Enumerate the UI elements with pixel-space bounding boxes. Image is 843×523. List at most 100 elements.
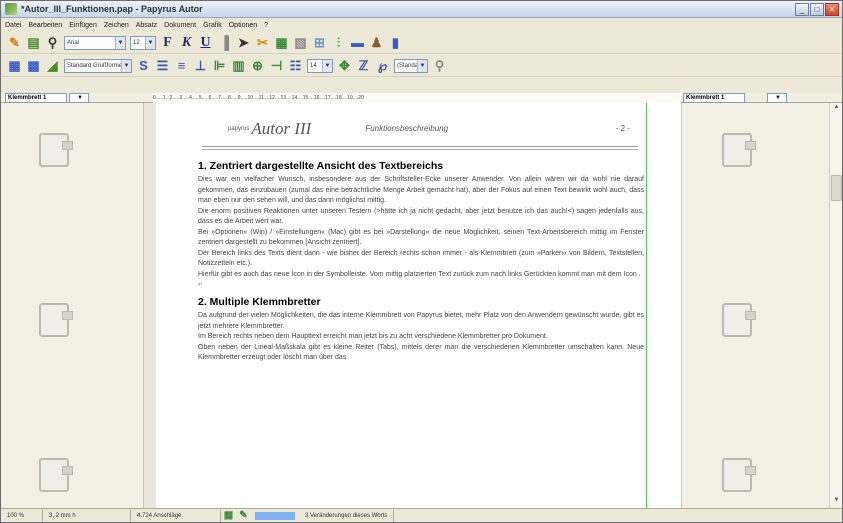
minimize-button[interactable]: _ bbox=[795, 3, 809, 16]
bold-button[interactable]: F bbox=[160, 35, 175, 50]
clipboard-note-icon[interactable] bbox=[722, 458, 756, 492]
right-clipboard-dropdown[interactable]: ▼ bbox=[767, 93, 787, 103]
scissors-icon[interactable]: ✂ bbox=[255, 35, 270, 50]
numbered-list-icon[interactable]: ≡ bbox=[174, 58, 189, 73]
ruler[interactable]: 0.....1...2.....3.....4.....5.....6.....… bbox=[153, 93, 681, 103]
open-folder-icon[interactable]: ▤ bbox=[26, 35, 41, 50]
scroll-thumb[interactable] bbox=[831, 175, 842, 201]
paragraph[interactable]: Im Bereich rechts neben dem Haupttext er… bbox=[198, 332, 644, 343]
left-clipboard-panel[interactable] bbox=[1, 103, 144, 508]
font-size-select[interactable]: 12 ▼ bbox=[130, 35, 156, 50]
menu-datei[interactable]: Datei bbox=[5, 22, 21, 29]
paragraph[interactable]: Der Bereich links des Texts dient dann -… bbox=[198, 249, 644, 270]
left-clipboard-select[interactable]: Klemmbrett 1 bbox=[5, 93, 67, 103]
section-heading[interactable]: 2. Multiple Klemmbretter bbox=[198, 296, 646, 308]
clipboard-note-icon[interactable] bbox=[722, 133, 756, 167]
underline-button[interactable]: U bbox=[198, 35, 213, 50]
menu-absatz[interactable]: Absatz bbox=[136, 22, 157, 29]
color-select[interactable]: (Standard) ▼ bbox=[394, 58, 428, 73]
pen-icon[interactable]: ✎ bbox=[236, 508, 251, 523]
app-icon bbox=[5, 3, 17, 15]
toolbar-formatting: ✎ ▤ ⚲ Arial ▼ 12 ▼ F K U ▐ ➤ ✂ ▦ ▧ ⊞ ⫶ ▬ ♟… bbox=[1, 32, 842, 54]
paragraph[interactable]: Hierfür gibt es auch das neue Icon in de… bbox=[198, 270, 644, 281]
left-clipboard-dropdown[interactable]: ▼ bbox=[69, 93, 89, 103]
italic-button[interactable]: K bbox=[179, 35, 194, 50]
font-value: Arial bbox=[67, 39, 80, 46]
cursor-position: 3, 2 mm h bbox=[43, 509, 131, 522]
size-select[interactable]: 14 ▼ bbox=[307, 58, 333, 73]
zoom-level[interactable]: 100 % bbox=[1, 509, 43, 522]
clipboard-note-icon[interactable] bbox=[722, 303, 756, 337]
paragraph[interactable]: Dies war ein vielfacher Wunsch, insbeson… bbox=[198, 175, 644, 207]
image-icon[interactable]: ▬ bbox=[350, 35, 365, 50]
clipboard-note-icon[interactable] bbox=[39, 133, 73, 167]
menu-zeichen[interactable]: Zeichen bbox=[104, 22, 129, 29]
right-clipboard-panel[interactable] bbox=[681, 103, 829, 508]
check-icon[interactable]: ▦ bbox=[221, 508, 236, 523]
header-divider bbox=[202, 149, 638, 150]
paragraph[interactable]: Oben neben der Lineal-Maßskala gibt es k… bbox=[198, 343, 644, 364]
menu-dokument[interactable]: Dokument bbox=[164, 22, 196, 29]
ruler-bar: Klemmbrett 1 ▼ 0.....1...2.....3.....4..… bbox=[1, 93, 842, 103]
save-all-icon[interactable]: ▩ bbox=[26, 58, 41, 73]
binoculars-icon[interactable]: ⚲ bbox=[45, 35, 60, 50]
pencil-icon[interactable]: ✎ bbox=[7, 35, 22, 50]
paste-icon[interactable]: ▧ bbox=[293, 35, 308, 50]
ruler-scale: 0.....1...2.....3.....4.....5.....6.....… bbox=[153, 95, 364, 101]
align-center-icon[interactable]: ▥ bbox=[231, 58, 246, 73]
header-title: Funktionsbeschreibung bbox=[365, 124, 449, 133]
menu-optionen[interactable]: Optionen bbox=[229, 22, 257, 29]
clipboard-note-icon[interactable] bbox=[39, 458, 73, 492]
table-icon[interactable]: ⊞ bbox=[312, 35, 327, 50]
right-margin-line bbox=[646, 103, 647, 508]
document-content[interactable]: 1. Zentriert dargestellte Ansicht des Te… bbox=[194, 160, 646, 364]
maximize-button[interactable]: □ bbox=[810, 3, 824, 16]
paragraph-mark-icon: ↵ bbox=[198, 282, 204, 288]
copy-icon[interactable]: ▦ bbox=[274, 35, 289, 50]
tab-icon[interactable]: ℤ bbox=[356, 58, 371, 73]
menu-bearbeiten[interactable]: Bearbeiten bbox=[28, 22, 62, 29]
cursor-icon[interactable]: ➤ bbox=[236, 35, 251, 50]
menu-einfuegen[interactable]: Einfügen bbox=[69, 22, 97, 29]
book-icon[interactable]: ▮ bbox=[388, 35, 403, 50]
spacing-icon[interactable]: ✥ bbox=[337, 58, 352, 73]
scroll-down-icon[interactable]: ▼ bbox=[831, 497, 842, 507]
info-icon[interactable]: ⫶ bbox=[331, 35, 346, 50]
font-size-value: 12 bbox=[133, 39, 140, 46]
people-icon[interactable]: ♟ bbox=[369, 35, 384, 50]
style-icon[interactable]: ◢ bbox=[45, 58, 60, 73]
paragraph[interactable]: Da aufgrund der vielen Möglichkeiten, di… bbox=[198, 311, 644, 332]
font-select[interactable]: Arial ▼ bbox=[64, 35, 126, 50]
strikethrough-button[interactable]: S bbox=[136, 58, 151, 73]
vertical-scrollbar[interactable]: ▲ ▼ bbox=[829, 103, 842, 508]
clipboard-note-icon[interactable] bbox=[39, 303, 73, 337]
paragraph-style-value: Standard Grußformel bbox=[67, 62, 124, 69]
character-count: 4.724 Anschläge bbox=[131, 509, 221, 522]
right-clipboard-select[interactable]: Klemmbrett 1 bbox=[683, 93, 745, 103]
document-page[interactable]: papyrus Autor III Funktionsbeschreibung … bbox=[194, 111, 646, 364]
toolbar-paragraph: ▦ ▩ ◢ Standard Grußformel ▼ S ☰ ≡ ⊥ ⊫ ▥ ⊕… bbox=[1, 55, 842, 77]
scroll-up-icon[interactable]: ▲ bbox=[831, 104, 842, 114]
magnifier-icon[interactable]: ⚲ bbox=[432, 58, 447, 73]
document-area[interactable]: papyrus Autor III Funktionsbeschreibung … bbox=[144, 103, 681, 508]
close-button[interactable]: ✕ bbox=[825, 3, 839, 16]
justify-icon[interactable]: ⊣ bbox=[269, 58, 284, 73]
align-left-icon[interactable]: ⊫ bbox=[212, 58, 227, 73]
line-spacing-icon[interactable]: ☷ bbox=[288, 58, 303, 73]
save-icon[interactable]: ▦ bbox=[7, 58, 22, 73]
app-window: *Autor_III_Funktionen.pap - Papyrus Auto… bbox=[0, 0, 843, 523]
section-heading[interactable]: 1. Zentriert dargestellte Ansicht des Te… bbox=[198, 160, 646, 172]
empty-paragraph[interactable]: ↵ bbox=[198, 280, 644, 290]
indent-icon[interactable]: ⊥ bbox=[193, 58, 208, 73]
text-block-icon[interactable]: ▐ bbox=[217, 35, 232, 50]
size-value: 14 bbox=[310, 62, 317, 69]
paragraph-style-select[interactable]: Standard Grußformel ▼ bbox=[64, 58, 132, 73]
bullet-list-icon[interactable]: ☰ bbox=[155, 58, 170, 73]
paragraph[interactable]: Bei »Optionen« (Win) / »Einstellungen« (… bbox=[198, 228, 644, 249]
menu-grafik[interactable]: Grafik bbox=[203, 22, 222, 29]
color-picker-icon[interactable]: ℘ bbox=[375, 58, 390, 73]
paragraph[interactable]: Die enorm positiven Reaktionen unter uns… bbox=[198, 207, 644, 228]
align-right-icon[interactable]: ⊕ bbox=[250, 58, 265, 73]
menu-help[interactable]: ? bbox=[264, 22, 268, 29]
logo-prefix: papyrus bbox=[228, 125, 250, 132]
